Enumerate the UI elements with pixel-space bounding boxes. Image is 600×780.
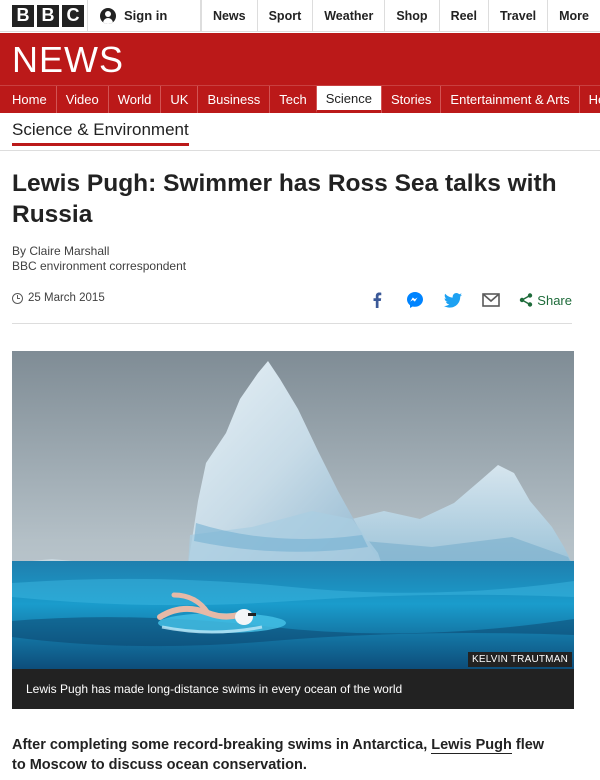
clock-icon — [12, 292, 23, 304]
nav-item-business[interactable]: Business — [197, 86, 269, 113]
sign-in-label: Sign in — [124, 8, 168, 23]
image-credit: KELVIN TRAUTMAN — [468, 652, 572, 667]
nav-item-stories[interactable]: Stories — [380, 86, 440, 113]
bbc-logo-letter: B — [12, 4, 34, 27]
section-title[interactable]: Science & Environment — [12, 120, 189, 146]
article-image: KELVIN TRAUTMAN — [12, 351, 574, 669]
news-banner: NEWS — [0, 33, 600, 85]
top-link-travel[interactable]: Travel — [487, 0, 547, 31]
share-button[interactable]: Share — [519, 293, 572, 308]
author-name: By Claire Marshall — [12, 244, 110, 258]
publish-date: 25 March 2015 — [12, 292, 105, 304]
divider — [0, 150, 600, 151]
nav-item-video[interactable]: Video — [55, 86, 108, 113]
top-link-sport[interactable]: Sport — [256, 0, 313, 31]
share-icon — [520, 293, 533, 307]
top-link-reel[interactable]: Reel — [438, 0, 488, 31]
article-intro: After completing some record-breaking sw… — [12, 735, 552, 775]
bbc-logo[interactable]: B B C — [0, 0, 88, 31]
sign-in-link[interactable]: Sign in — [88, 0, 201, 31]
lewis-pugh-link[interactable]: Lewis Pugh — [431, 737, 512, 754]
bbc-logo-letter: C — [62, 4, 84, 27]
top-link-weather[interactable]: Weather — [312, 0, 384, 31]
nav-item-entertainment-arts[interactable]: Entertainment & Arts — [440, 86, 578, 113]
top-link-more[interactable]: More — [547, 0, 600, 31]
share-label: Share — [537, 292, 572, 308]
top-link-news[interactable]: News — [200, 0, 257, 31]
byline: By Claire Marshall BBC environment corre… — [12, 244, 186, 274]
article-headline: Lewis Pugh: Swimmer has Ross Sea talks w… — [12, 170, 557, 228]
nav-item-tech[interactable]: Tech — [269, 86, 315, 113]
article-meta: 25 March 2015 Share — [12, 292, 572, 310]
nav-item-uk[interactable]: UK — [160, 86, 197, 113]
top-link-shop[interactable]: Shop — [384, 0, 438, 31]
image-caption: Lewis Pugh has made long-distance swims … — [12, 669, 574, 709]
top-links: News Sport Weather Shop Reel Travel More — [200, 0, 600, 31]
nav-item-home[interactable]: Home — [0, 86, 56, 113]
nav-item-world[interactable]: World — [107, 86, 161, 113]
nav-item-health[interactable]: He — [578, 86, 600, 113]
twitter-icon[interactable] — [443, 290, 463, 310]
nav-item-science[interactable]: Science — [315, 86, 381, 113]
share-tools: Share — [349, 290, 572, 310]
messenger-icon[interactable] — [405, 290, 425, 310]
iceberg-swimmer-image — [12, 351, 574, 669]
email-icon[interactable] — [481, 290, 501, 310]
facebook-icon[interactable] — [367, 290, 387, 310]
main-nav: Home Video World UK Business Tech Scienc… — [0, 85, 600, 113]
news-logo[interactable]: NEWS — [12, 39, 124, 81]
date-text: 25 March 2015 — [28, 292, 105, 304]
top-bar: B B C Sign in News Sport Weather Shop Re… — [0, 0, 600, 32]
user-icon — [100, 7, 116, 24]
author-role: BBC environment correspondent — [12, 259, 187, 273]
divider — [12, 323, 572, 324]
bbc-logo-letter: B — [37, 4, 59, 27]
intro-text-start: After completing some record-breaking sw… — [12, 737, 432, 753]
